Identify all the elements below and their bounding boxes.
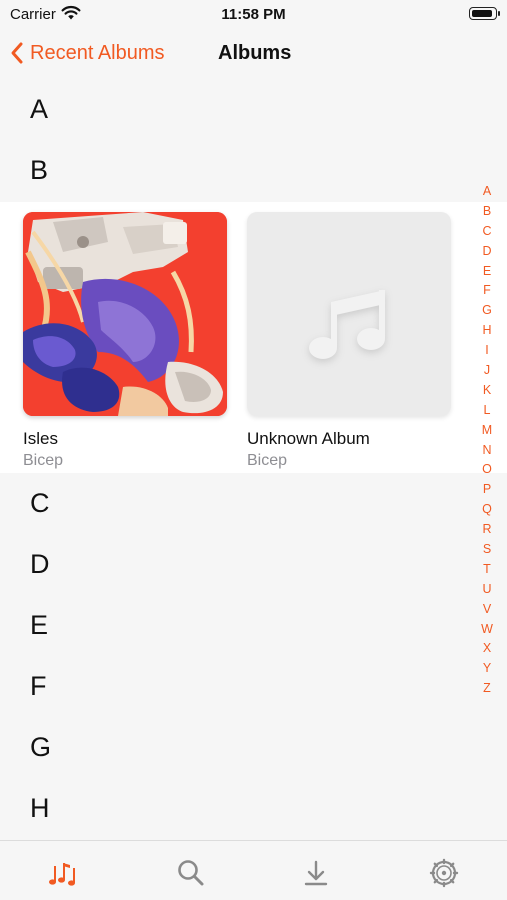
section-header-e: E (30, 610, 49, 640)
album-title: Isles (23, 429, 58, 448)
chevron-left-icon (11, 42, 23, 64)
album-artist: Bicep (247, 452, 288, 469)
tab-search[interactable] (175, 857, 207, 889)
album-artist: Bicep (23, 452, 64, 469)
index-letter-a[interactable]: A (476, 182, 498, 202)
index-letter-j[interactable]: J (476, 361, 498, 381)
back-button-label: Recent Albums (30, 41, 165, 64)
index-letter-d[interactable]: D (476, 242, 498, 262)
battery-icon (469, 7, 500, 20)
index-letter-s[interactable]: S (476, 540, 498, 560)
alphabet-index[interactable]: A B C D E F G H I J K L M N O P Q R S T … (476, 182, 498, 699)
back-button[interactable]: Recent Albums (10, 40, 165, 66)
search-icon (178, 860, 204, 886)
index-letter-t[interactable]: T (476, 560, 498, 580)
page-title: Albums (218, 42, 292, 64)
section-header-g: G (30, 732, 52, 762)
index-letter-m[interactable]: M (476, 421, 498, 441)
download-icon (304, 860, 328, 886)
tab-bar (0, 840, 507, 900)
status-bar: Carrier 11:58 PM (0, 0, 507, 28)
album-grid: Isles Bicep Unknown Album Bicep (0, 202, 507, 473)
index-letter-g[interactable]: G (476, 301, 498, 321)
battery-level-fill (472, 10, 492, 17)
section-header-f: F (30, 671, 47, 701)
tab-albums[interactable] (48, 857, 80, 889)
section-header-a: A (30, 94, 49, 124)
index-letter-l[interactable]: L (476, 401, 498, 421)
album-card-unknown[interactable]: Unknown Album Bicep (247, 212, 451, 470)
album-card-isles[interactable]: Isles Bicep (23, 212, 227, 470)
album-art-placeholder (247, 212, 451, 416)
section-header-h: H (30, 793, 50, 823)
index-letter-i[interactable]: I (476, 341, 498, 361)
index-letter-e[interactable]: E (476, 262, 498, 282)
index-letter-y[interactable]: Y (476, 659, 498, 679)
index-letter-f[interactable]: F (476, 281, 498, 301)
settings-gear-icon (429, 858, 459, 888)
isles-cover-art (23, 212, 227, 416)
index-letter-k[interactable]: K (476, 381, 498, 401)
album-title: Unknown Album (247, 429, 370, 448)
index-letter-p[interactable]: P (476, 480, 498, 500)
index-letter-q[interactable]: Q (476, 500, 498, 520)
index-letter-n[interactable]: N (476, 441, 498, 461)
navigation-bar: Recent Albums Albums (0, 30, 507, 76)
index-letter-w[interactable]: W (476, 620, 498, 640)
index-letter-r[interactable]: R (476, 520, 498, 540)
index-letter-h[interactable]: H (476, 321, 498, 341)
music-notes-icon (49, 863, 75, 886)
status-time: 11:58 PM (221, 6, 286, 23)
index-letter-c[interactable]: C (476, 222, 498, 242)
section-header-d: D (30, 549, 50, 579)
index-letter-b[interactable]: B (476, 202, 498, 222)
isles-cover-artwork (23, 212, 227, 416)
section-header-c: C (30, 488, 50, 518)
music-note-placeholder-icon (309, 290, 385, 359)
index-letter-v[interactable]: V (476, 600, 498, 620)
index-letter-x[interactable]: X (476, 639, 498, 659)
index-letter-z[interactable]: Z (476, 679, 498, 699)
tab-settings[interactable] (428, 857, 460, 889)
section-header-b: B (30, 155, 49, 185)
index-letter-o[interactable]: O (476, 460, 498, 480)
tab-downloads[interactable] (300, 857, 332, 889)
index-letter-u[interactable]: U (476, 580, 498, 600)
